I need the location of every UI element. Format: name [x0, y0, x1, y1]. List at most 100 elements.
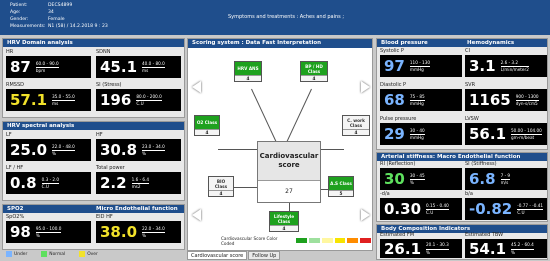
diastolic-label: Diastolic P — [380, 82, 407, 88]
node-bio-value: 4 — [209, 190, 233, 196]
sdnn-unit: ms — [142, 68, 149, 73]
si-stiffness-metric[interactable]: SI (Stiffness) 6.8 7 - 9 m/s — [465, 161, 547, 190]
lfhf-range: 0.3 - 2.0 — [41, 177, 60, 184]
bottom-tabs: Cardiovascular score Follow Up — [187, 251, 281, 260]
hrv-spectral-title: HRV spectral analysis — [3, 122, 184, 130]
da-value: 0.30 — [384, 200, 422, 218]
ri-value: 30 — [384, 170, 405, 188]
lfhf-value: 0.8 — [10, 174, 37, 192]
left-arrow-icon[interactable] — [192, 209, 201, 221]
bp-hemo-panel: Blood pressure Hemodynamics Systolic P 9… — [376, 38, 548, 150]
patient-header: Patient: DECS4899 Age: 34 Gender: Female Me… — [0, 0, 550, 35]
bp-title: Blood pressure — [377, 39, 547, 47]
right-arrow-icon[interactable] — [361, 209, 370, 221]
tab-cardiovascular-score[interactable]: Cardiovascular score — [187, 251, 248, 260]
legend-swatch — [296, 238, 307, 243]
spo2-unit: % — [35, 233, 40, 238]
hf-range: 23.0 - 34.0 — [142, 144, 165, 151]
cardiovascular-score-box[interactable]: Cardiovascular score 27 — [257, 141, 321, 203]
node-hrv-ans-value: 4 — [235, 75, 261, 81]
si-unit: C.U — [136, 101, 144, 106]
cardiovascular-score-value: 27 — [258, 180, 320, 202]
hr-value: 87 — [10, 58, 31, 76]
hr-range: 60.0 - 90.0 — [35, 61, 59, 68]
lfhf-metric[interactable]: LF / HF 0.8 0.3 - 2.0 C.U — [6, 165, 91, 194]
lvsw-label: LVSW — [465, 116, 479, 122]
eid-hf-metric[interactable]: EID HF 38.0 22.0 - 34.0% — [96, 214, 181, 243]
node-lifestyle-name: Lifestyle Class — [273, 213, 295, 224]
spo2-label: SpO2% — [6, 214, 25, 220]
da-unit: C.U — [426, 210, 434, 215]
total-power-unit: ms2 — [131, 184, 141, 189]
node-cwork-value: 4 — [343, 129, 369, 135]
node-bp-hd-name: BP / HD Class — [305, 63, 323, 74]
ri-metric[interactable]: RI (Reflection) 30 30 - 45% — [380, 161, 462, 190]
node-cwork[interactable]: C. work Class 4 — [342, 115, 370, 136]
legend-swatch — [360, 238, 372, 243]
diastolic-metric[interactable]: Diastolic P 68 75 - 85 mmHg — [380, 82, 462, 111]
ci-unit: L/min/meter2 — [500, 67, 529, 72]
si-range: 80.0 - 200.0 — [136, 94, 162, 101]
left-arrow-icon[interactable] — [192, 81, 201, 93]
sdnn-value: 45.1 — [100, 58, 138, 76]
ci-metric[interactable]: CI 3.1 2.6 - 3.2 L/min/meter2 — [465, 48, 547, 77]
ba-label: b/a — [465, 191, 473, 197]
ba-unit: C.U — [517, 210, 525, 215]
rmssd-metric[interactable]: RMSSD 57.1 35.0 - 55.0 ms — [6, 82, 91, 111]
node-bp-hd[interactable]: BP / HD Class 4 — [300, 61, 328, 82]
tbw-label: Estimated TBW — [465, 232, 504, 238]
svr-range: 900 - 1300 — [515, 94, 539, 101]
hrv-domain-title: HRV Domain analysis — [3, 39, 184, 47]
sdnn-metric[interactable]: SDNN 45.1 40.0 - 80.0 ms — [96, 49, 181, 78]
fm-metric[interactable]: Estimated FM 26.1 20.1 - 30.3% — [380, 232, 462, 258]
tab-follow-up[interactable]: Follow Up — [248, 251, 281, 260]
si-stiffness-range: 7 - 9 — [500, 173, 511, 180]
arterial-panel: Arterial stiffness: Macro Endothelial fu… — [376, 152, 548, 222]
node-as[interactable]: A.S Class 5 — [328, 176, 354, 197]
hr-unit: bpm — [35, 68, 46, 73]
ci-value: 3.1 — [469, 57, 496, 75]
lfhf-label: LF / HF — [6, 165, 24, 171]
hr-metric[interactable]: HR 87 60.0 - 90.0 bpm — [6, 49, 91, 78]
diastolic-range: 75 - 85 — [409, 94, 425, 101]
si-metric[interactable]: SI (Stress) 196 80.0 - 200.0 C.U — [96, 82, 181, 111]
measurements-key: Measurements: — [10, 24, 46, 29]
lf-unit: % — [52, 151, 56, 156]
under-swatch — [6, 251, 12, 257]
lvsw-metric[interactable]: LVSW 56.1 50.00 - 104.00 gm-m/beat — [465, 116, 547, 145]
ba-metric[interactable]: b/a -0.82 -0.77 - -0.41 C.U — [465, 191, 547, 220]
hemo-title: Hemodynamics — [467, 40, 515, 46]
node-hrv-ans[interactable]: HRV ANS 4 — [234, 61, 262, 82]
measurements-value: N1 (58) / 14.2.2018 9 : 23 — [48, 24, 108, 29]
lf-label: LF — [6, 132, 12, 138]
eid-hf-value: 38.0 — [100, 223, 138, 241]
app-window: Patient: DECS4899 Age: 34 Gender: Female Me… — [0, 0, 550, 261]
lvsw-value: 56.1 — [469, 125, 507, 143]
spo2-value: 98 — [10, 223, 31, 241]
total-power-label: Total power — [96, 165, 125, 171]
body-composition-panel: Body Composition Indicators Estimated FM… — [376, 224, 548, 260]
svr-metric[interactable]: SVR 1165 900 - 1300 dyn-s/cm5 — [465, 82, 547, 111]
svr-value: 1165 — [469, 91, 511, 109]
hf-metric[interactable]: HF 30.8 23.0 - 34.0% — [96, 132, 181, 161]
node-bio[interactable]: BIO Class 4 — [208, 176, 234, 197]
spo2-range: 95.0 - 100.0 — [35, 226, 62, 233]
total-power-metric[interactable]: Total power 2.2 1.6 - 6.4 ms2 — [96, 165, 181, 194]
lf-range: 22.0 - 48.0 — [52, 144, 75, 151]
si-value: 196 — [100, 91, 132, 109]
spo2-metric[interactable]: SpO2% 98 95.0 - 100.0% — [6, 214, 91, 243]
systolic-range: 110 - 130 — [409, 60, 431, 67]
node-lifestyle-value: 4 — [270, 225, 298, 231]
systolic-metric[interactable]: Systolic P 97 110 - 130 mmHg — [380, 48, 462, 77]
tbw-metric[interactable]: Estimated TBW 54.1 45.2 - 60.4% — [465, 232, 547, 258]
node-lifestyle[interactable]: Lifestyle Class 4 — [269, 211, 299, 232]
age-value: 34 — [48, 10, 54, 15]
da-metric[interactable]: -d/a 0.30 0.15 - 0.40 C.U — [380, 191, 462, 220]
lf-metric[interactable]: LF 25.0 22.0 - 48.0% — [6, 132, 91, 161]
node-o2[interactable]: O2 Class 4 — [194, 115, 220, 136]
right-arrow-icon[interactable] — [361, 81, 370, 93]
fm-label: Estimated FM — [380, 232, 415, 238]
rmssd-value: 57.1 — [10, 91, 48, 109]
total-power-range: 1.6 - 6.4 — [131, 177, 150, 184]
pulse-pressure-metric[interactable]: Pulse pressure 29 30 - 40 mmHg — [380, 116, 462, 145]
